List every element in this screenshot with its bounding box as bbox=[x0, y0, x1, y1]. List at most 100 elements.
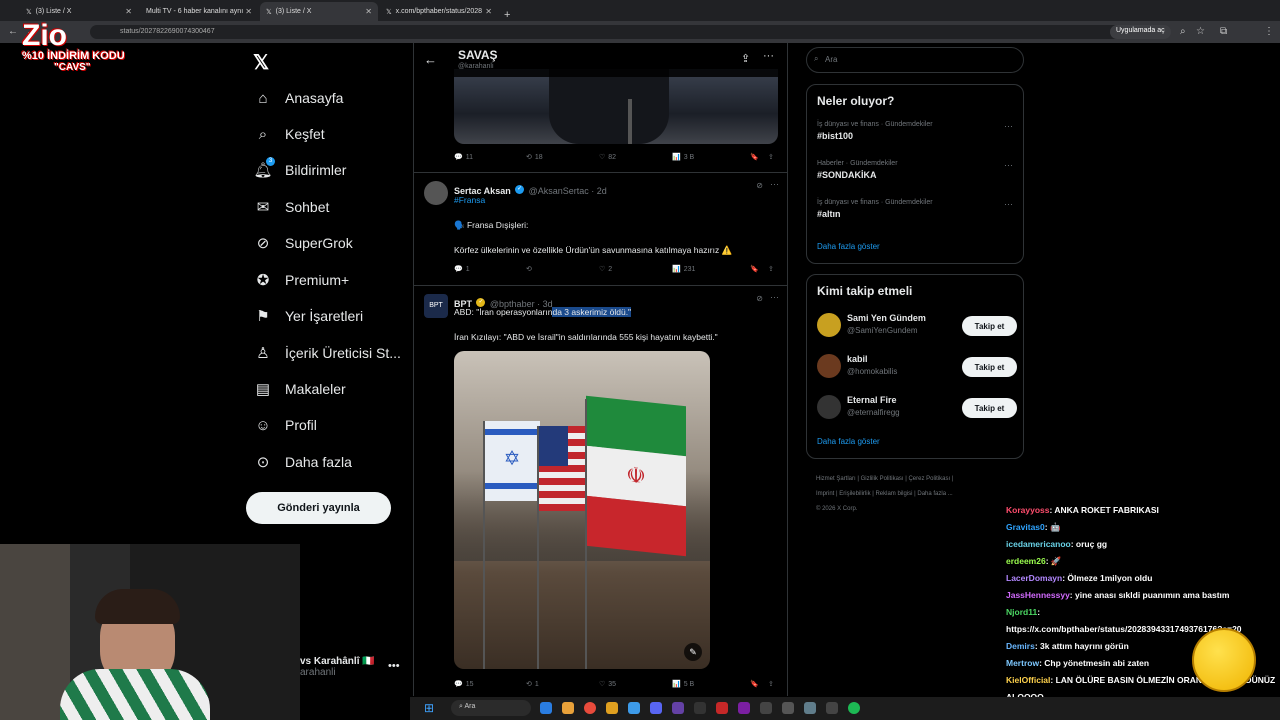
more-options-icon[interactable]: ··· bbox=[1004, 121, 1013, 131]
grok-icon[interactable]: ⊘ bbox=[756, 181, 763, 190]
windows-start-icon[interactable]: ⊞ bbox=[424, 701, 434, 715]
sidebar-item-supergrok[interactable]: ⊘ SuperGrok bbox=[254, 233, 353, 253]
new-tab-icon[interactable]: + bbox=[504, 9, 510, 21]
taskbar-app-icon[interactable] bbox=[826, 702, 838, 714]
views-action[interactable]: 📊 231 bbox=[672, 265, 750, 274]
follow-button[interactable]: Takip et bbox=[962, 316, 1017, 336]
chrome-icon[interactable] bbox=[584, 702, 596, 714]
taskbar-app-icon[interactable] bbox=[782, 702, 794, 714]
folder-icon[interactable] bbox=[562, 702, 574, 714]
avatar[interactable] bbox=[817, 313, 841, 337]
sidebar-item-keşfet[interactable]: ⌕ Keşfet bbox=[254, 124, 325, 144]
edge-icon[interactable] bbox=[628, 702, 640, 714]
url-field[interactable]: status/2027822690074300467 bbox=[90, 25, 1150, 39]
share-icon[interactable]: ⇪ bbox=[768, 265, 774, 273]
retweet-action[interactable]: ⟲ 1 bbox=[526, 680, 599, 689]
sidebar-item-anasayfa[interactable]: ⌂ Anasayfa bbox=[254, 88, 343, 108]
more-options-icon[interactable]: ··· bbox=[1004, 160, 1013, 170]
taskbar-app-icon[interactable] bbox=[760, 702, 772, 714]
edit-image-icon[interactable]: ✎ bbox=[684, 643, 702, 661]
bookmark-icon[interactable]: 🔖 bbox=[750, 153, 768, 161]
browser-tab[interactable]: 𝕏x.com/bpthaber/status/2028 ✕ bbox=[380, 2, 498, 21]
like-action[interactable]: ♡ 82 bbox=[599, 153, 672, 162]
follow-suggestion[interactable]: Eternal Fire @eternalfiregg Takip et bbox=[817, 393, 1017, 423]
tweet-author-handle[interactable]: @AksanSertac · 2d bbox=[529, 186, 607, 196]
taskbar-app-icon[interactable] bbox=[716, 702, 728, 714]
taskbar-app-icon[interactable] bbox=[694, 702, 706, 714]
reply-action[interactable]: 💬 15 bbox=[454, 680, 526, 689]
sidebar-item-bildirimler[interactable]: 🔔︎ 3 Bildirimler bbox=[253, 157, 346, 180]
like-action[interactable]: ♡ 2 bbox=[599, 265, 672, 274]
follow-suggestion[interactable]: kabil @homokabilis Takip et bbox=[817, 352, 1017, 382]
share-list-icon[interactable]: ⇪ bbox=[741, 52, 750, 65]
sidebar-item-yer-i-şaretleri[interactable]: ⚑ Yer İşaretleri bbox=[254, 306, 363, 326]
close-tab-icon[interactable]: ✕ bbox=[245, 7, 252, 16]
sidebar-item-profil[interactable]: ☺ Profil bbox=[254, 415, 317, 435]
tweet-media-image[interactable] bbox=[454, 69, 778, 144]
grok-icon[interactable]: ⊘ bbox=[756, 294, 763, 303]
sidebar-item-daha-fazla[interactable]: ⊙ Daha fazla bbox=[254, 452, 352, 472]
post-button[interactable]: Gönderi yayınla bbox=[246, 492, 391, 524]
chat-text: : 🤖 bbox=[1044, 522, 1061, 532]
share-icon[interactable]: ⇪ bbox=[768, 153, 774, 161]
avatar[interactable] bbox=[817, 395, 841, 419]
close-tab-icon[interactable]: ✕ bbox=[125, 7, 132, 16]
trend-item[interactable]: İş dünyası ve finans · Gündemdekiler #alt… bbox=[817, 199, 1013, 219]
follow-suggestion[interactable]: Sami Yen Gündem @SamiYenGundem Takip et bbox=[817, 311, 1017, 341]
avatar[interactable]: BPT bbox=[424, 294, 448, 318]
sidebar-item-i-çerik-üreticisi-st-[interactable]: ♙ İçerik Üreticisi St... bbox=[254, 343, 401, 363]
retweet-action[interactable]: ⟲ 18 bbox=[526, 153, 599, 162]
close-tab-icon[interactable]: ✕ bbox=[485, 7, 492, 16]
sidebar-item-sohbet[interactable]: ✉ Sohbet bbox=[254, 197, 330, 217]
like-action[interactable]: ♡ 35 bbox=[599, 680, 672, 689]
share-icon[interactable]: ⇪ bbox=[768, 680, 774, 688]
views-action[interactable]: 📊 3 B bbox=[672, 153, 750, 162]
zoom-icon[interactable]: ⌕ bbox=[1180, 26, 1186, 37]
back-arrow-icon[interactable]: ← bbox=[424, 52, 437, 67]
avatar[interactable] bbox=[424, 181, 448, 205]
views-action[interactable]: 📊 5 B bbox=[672, 680, 750, 689]
sidebar-item-premium-[interactable]: ✪ Premium+ bbox=[254, 270, 349, 290]
avatar[interactable] bbox=[817, 354, 841, 378]
trend-item[interactable]: İş dünyası ve finans · Gündemdekiler #bis… bbox=[817, 121, 1013, 141]
reply-action[interactable]: 💬 1 bbox=[454, 265, 526, 274]
discord-icon[interactable] bbox=[650, 702, 662, 714]
taskbar-app-icon[interactable] bbox=[672, 702, 684, 714]
show-more-link[interactable]: Daha fazla göster bbox=[817, 437, 880, 446]
taskbar-search[interactable]: ⌕ Ara bbox=[451, 700, 531, 716]
x-logo-icon[interactable]: 𝕏 bbox=[253, 50, 269, 75]
account-switcher[interactable]: vs Karahânlî 🇮🇹 arahanli bbox=[300, 656, 375, 678]
sidebar-item-makaleler[interactable]: ▤ Makaleler bbox=[254, 379, 346, 399]
obs-icon[interactable] bbox=[738, 702, 750, 714]
bookmark-icon[interactable]: 🔖 bbox=[750, 265, 768, 273]
extensions-icon[interactable]: ⧉ bbox=[1220, 26, 1227, 37]
taskbar-app-icon[interactable] bbox=[606, 702, 618, 714]
account-more-icon[interactable]: ••• bbox=[388, 660, 400, 672]
more-options-icon[interactable]: ··· bbox=[763, 50, 774, 62]
reply-action[interactable]: 💬 11 bbox=[454, 153, 526, 162]
browser-tab[interactable]: Multi TV - 6 haber kanalını aynı ✕ bbox=[140, 2, 258, 21]
taskbar-app-icon[interactable] bbox=[540, 702, 552, 714]
spotify-icon[interactable] bbox=[848, 702, 860, 714]
close-tab-icon[interactable]: ✕ bbox=[365, 7, 372, 16]
more-options-icon[interactable]: ··· bbox=[770, 292, 779, 302]
search-input[interactable]: ⌕ Ara bbox=[806, 47, 1024, 73]
hashtag-link[interactable]: #Fransa bbox=[454, 195, 485, 205]
back-icon[interactable]: ← bbox=[8, 26, 18, 37]
more-options-icon[interactable]: ··· bbox=[1004, 199, 1013, 209]
tweet[interactable]: BPT BPT ✓ @bpthaber · 3d ⊘ ··· ABD: "İra… bbox=[414, 286, 787, 696]
open-in-app-button[interactable]: Uygulamada aç bbox=[1110, 25, 1171, 39]
bookmark-icon[interactable]: 🔖 bbox=[750, 680, 768, 688]
star-icon[interactable]: ☆ bbox=[1196, 26, 1205, 37]
show-more-link[interactable]: Daha fazla göster bbox=[817, 242, 880, 251]
more-options-icon[interactable]: ··· bbox=[770, 179, 779, 189]
menu-icon[interactable]: ⋮ bbox=[1264, 26, 1274, 37]
follow-button[interactable]: Takip et bbox=[962, 398, 1017, 418]
browser-tab-active[interactable]: 𝕏 (3) Liste / X ✕ bbox=[260, 2, 378, 21]
tweet-media-image[interactable]: ✡ ☫ ✎ bbox=[454, 351, 710, 669]
follow-button[interactable]: Takip et bbox=[962, 357, 1017, 377]
trend-item[interactable]: Haberler · Gündemdekiler #SONDAKİKA ··· bbox=[817, 160, 1013, 180]
taskbar-app-icon[interactable] bbox=[804, 702, 816, 714]
retweet-action[interactable]: ⟲ bbox=[526, 265, 599, 273]
tweet[interactable]: Sertac Aksan ✓ @AksanSertac · 2d ⊘ ··· #… bbox=[414, 173, 787, 286]
